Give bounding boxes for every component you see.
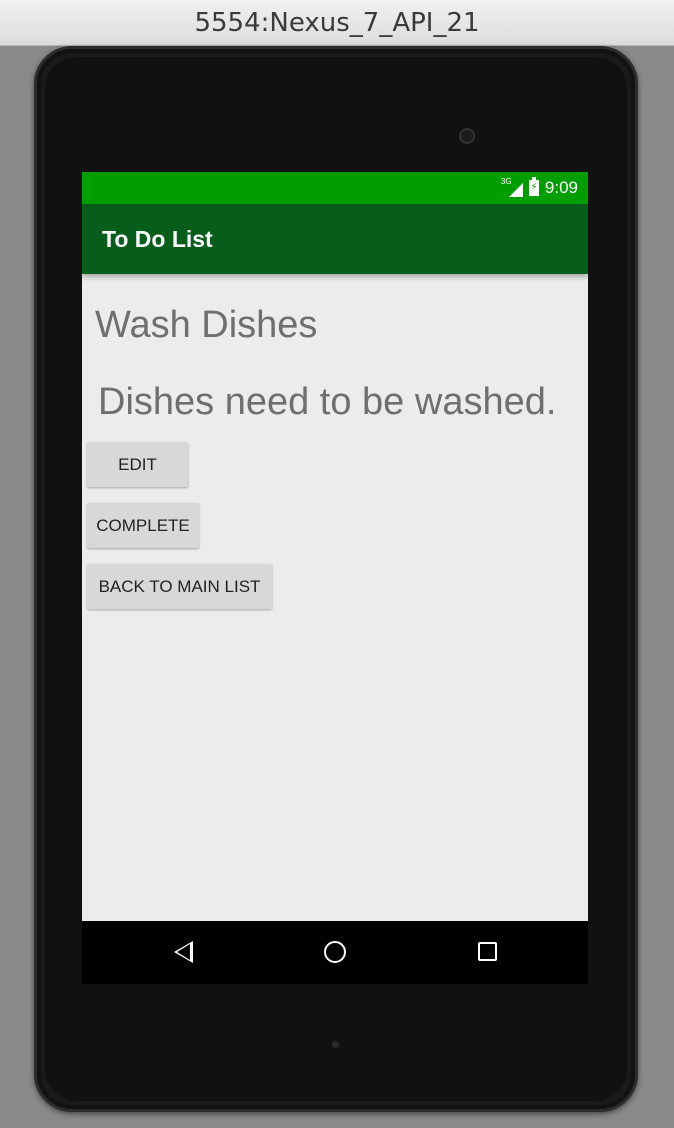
front-camera-icon [459, 128, 475, 144]
status-clock: 9:09 [544, 178, 578, 197]
complete-button[interactable]: COMPLETE [87, 503, 199, 548]
speaker-dot-icon [332, 1041, 339, 1048]
status-bar: 3G 9:09 [82, 172, 588, 204]
battery-charging-icon [528, 177, 539, 196]
back-icon[interactable] [174, 941, 193, 963]
home-icon[interactable] [324, 941, 346, 963]
edit-button[interactable]: EDIT [87, 442, 188, 487]
task-description: Dishes need to be washed. [98, 381, 557, 423]
emulator-window-title: 5554:Nexus_7_API_21 [0, 0, 674, 46]
app-toolbar: To Do List [82, 204, 588, 274]
back-to-main-list-button[interactable]: BACK TO MAIN LIST [87, 564, 272, 609]
system-navigation-bar [82, 921, 588, 984]
task-title: Wash Dishes [95, 304, 318, 346]
app-title: To Do List [102, 225, 213, 252]
cell-signal-icon: 3G [501, 177, 523, 197]
device-screen: 3G 9:09 To Do List Wash Dishes Dishes ne… [82, 172, 588, 984]
recent-apps-icon[interactable] [478, 942, 497, 961]
